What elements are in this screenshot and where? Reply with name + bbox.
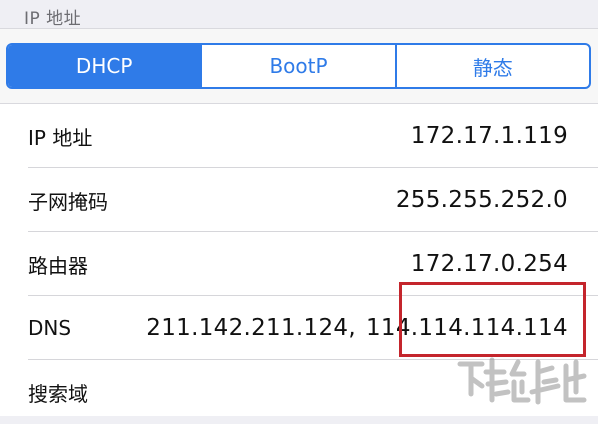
row-value: 172.17.1.119 (411, 123, 568, 149)
row-ip-address[interactable]: IP 地址 172.17.1.119 (0, 104, 598, 168)
segment-bootp[interactable]: BootP (200, 45, 394, 87)
row-subnet-mask[interactable]: 子网掩码 255.255.252.0 (0, 168, 598, 232)
segmented-control-container: DHCP BootP 静态 (0, 28, 598, 103)
dns-highlight-box (399, 282, 586, 357)
ip-config-segmented-control: DHCP BootP 静态 (6, 43, 591, 89)
row-label: 路由器 (28, 250, 88, 279)
dns-primary-value: 211.142.211.124, (146, 315, 356, 341)
row-label: DNS (28, 316, 71, 340)
row-label: 子网掩码 (28, 186, 108, 215)
download-site-logo-icon (452, 352, 592, 416)
segment-static[interactable]: 静态 (395, 45, 589, 87)
row-value: 172.17.0.254 (411, 251, 568, 277)
section-header: IP 地址 (24, 4, 81, 29)
row-label: IP 地址 (28, 122, 92, 151)
row-value: 255.255.252.0 (396, 187, 568, 213)
segment-dhcp[interactable]: DHCP (8, 45, 200, 87)
row-label: 搜索域 (28, 378, 88, 407)
